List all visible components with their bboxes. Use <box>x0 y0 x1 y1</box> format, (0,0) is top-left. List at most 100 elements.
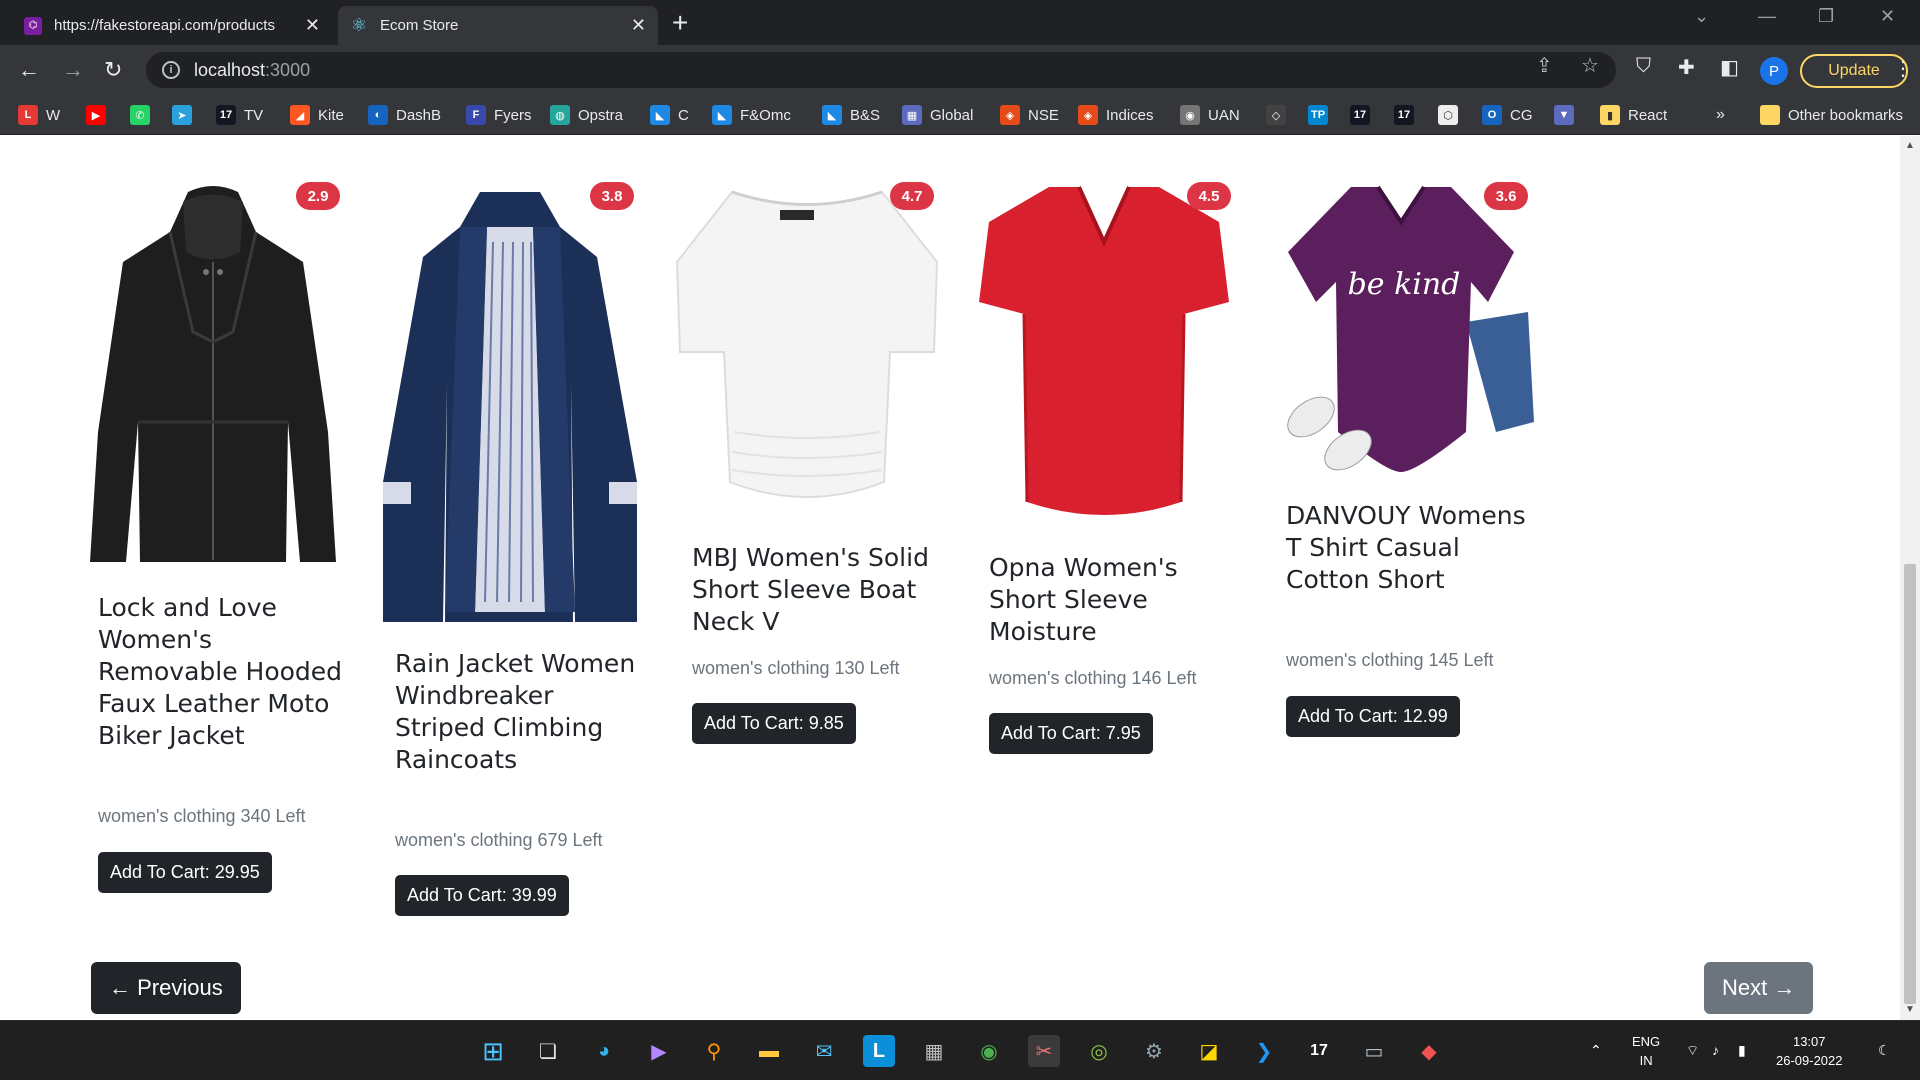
bookmark-favicon-icon: ➤ <box>172 105 192 125</box>
notifications-icon[interactable]: ☾ <box>1878 1041 1891 1060</box>
mail-icon[interactable]: ✉ <box>808 1035 840 1067</box>
bookmark-favicon-icon: F <box>466 105 486 125</box>
battery-icon[interactable]: ▮ <box>1738 1041 1746 1060</box>
bookmark-favicon-icon: ◣ <box>822 105 842 125</box>
bookmark-favicon-icon: TP <box>1308 105 1328 125</box>
bookmark-favicon-icon: 17 <box>1350 105 1370 125</box>
navy-rain-jacket-image <box>383 192 637 622</box>
wifi-icon[interactable]: ⌔ <box>1686 1041 1699 1060</box>
bookmark-item[interactable]: ◍ Opstra <box>550 103 623 127</box>
bookmark-item[interactable]: ✆ <box>130 103 158 127</box>
bookmark-label: Fyers <box>494 106 532 124</box>
snipping-tool-icon[interactable]: ✂ <box>1028 1035 1060 1067</box>
shield-extension-icon[interactable]: ⛉ <box>1636 55 1651 78</box>
page-scrollbar[interactable]: ▲ ▼ <box>1900 136 1920 1020</box>
bookmark-label: F&Omc <box>740 106 791 124</box>
chrome-beta-icon[interactable]: ◎ <box>1083 1035 1115 1067</box>
profile-avatar[interactable]: P <box>1760 57 1788 85</box>
tab-title: https://fakestoreapi.com/products <box>54 17 275 34</box>
scroll-down-icon[interactable]: ▼ <box>1905 1004 1915 1015</box>
bookmark-item[interactable]: ◈ Indices <box>1078 103 1154 127</box>
bookmark-item[interactable]: ◈ NSE <box>1000 103 1059 127</box>
language-indicator[interactable]: ENG IN <box>1632 1032 1660 1070</box>
bookmark-favicon-icon: ◣ <box>650 105 670 125</box>
bookmark-item[interactable]: ◣ B&S <box>822 103 880 127</box>
bookmark-item[interactable]: F Fyers <box>466 103 532 127</box>
forward-icon[interactable]: → <box>62 55 84 85</box>
add-to-cart-button[interactable]: Add To Cart: 12.99 <box>1286 696 1460 737</box>
bookmark-favicon-icon: ◐ <box>368 105 388 125</box>
black-leather-jacket-image <box>90 186 336 562</box>
share-icon[interactable]: ⇪ <box>1536 53 1553 78</box>
bookmark-item[interactable]: ◇ <box>1266 103 1294 127</box>
bookmark-item[interactable]: ⬡ <box>1438 103 1466 127</box>
bookmark-item[interactable]: 17 <box>1350 103 1378 127</box>
back-icon[interactable]: ← <box>18 55 40 85</box>
previous-page-button[interactable]: ← Previous <box>91 962 241 1014</box>
address-bar[interactable]: i localhost:3000 <box>146 52 1616 88</box>
git-icon[interactable]: ◆ <box>1413 1035 1445 1067</box>
reload-icon[interactable]: ↻ <box>104 55 122 85</box>
browser-toolbar: ← → ↻ i localhost:3000 ⇪ ☆ ⛉ ✚ ◧ P Updat… <box>0 45 1920 95</box>
scroll-up-icon[interactable]: ▲ <box>1905 140 1915 151</box>
search-icon[interactable]: ⚲ <box>698 1035 730 1067</box>
more-menu-icon[interactable]: ⋮ <box>1893 56 1913 81</box>
bookmark-item[interactable]: ◐ DashB <box>368 103 441 127</box>
l-app-icon[interactable]: L <box>863 1035 895 1067</box>
other-bookmarks-folder[interactable]: Other bookmarks <box>1760 103 1903 127</box>
extensions-puzzle-icon[interactable]: ✚ <box>1678 55 1695 80</box>
bookmark-item[interactable]: ◣ C <box>650 103 689 127</box>
bookmark-item[interactable]: TP <box>1308 103 1336 127</box>
restore-icon[interactable]: ❐ <box>1818 6 1834 27</box>
file-explorer-icon[interactable]: ▬ <box>753 1035 785 1067</box>
add-to-cart-button[interactable]: Add To Cart: 39.99 <box>395 875 569 916</box>
bookmark-item[interactable]: ◉ UAN <box>1180 103 1240 127</box>
bookmark-item[interactable]: O CG <box>1482 103 1533 127</box>
bookmark-item[interactable]: 17 TV <box>216 103 263 127</box>
bookmarks-overflow-icon[interactable]: » <box>1716 103 1725 127</box>
add-to-cart-button[interactable]: Add To Cart: 9.85 <box>692 703 856 744</box>
task-view-icon[interactable]: ❏ <box>532 1035 564 1067</box>
volume-icon[interactable]: ♪ <box>1712 1041 1719 1060</box>
tab-search-icon[interactable]: ⌄ <box>1694 6 1709 27</box>
bookmark-item[interactable]: ▮ React <box>1600 103 1667 127</box>
bookmark-item[interactable]: ▼ <box>1554 103 1582 127</box>
media-player-icon[interactable]: ▶ <box>643 1035 675 1067</box>
bookmark-star-icon[interactable]: ☆ <box>1581 53 1599 78</box>
close-window-icon[interactable]: ✕ <box>1880 6 1895 27</box>
calculator-icon[interactable]: ▦ <box>918 1035 950 1067</box>
windows-start-icon[interactable]: ⊞ <box>477 1035 509 1067</box>
bookmark-item[interactable]: ◣ F&Omc <box>712 103 791 127</box>
next-page-button[interactable]: Next → <box>1704 962 1814 1014</box>
side-panel-icon[interactable]: ◧ <box>1720 55 1739 80</box>
bookmark-item[interactable]: LW <box>18 103 60 127</box>
clock[interactable]: 13:07 26-09-2022 <box>1776 1032 1843 1070</box>
site-info-icon[interactable]: i <box>162 61 180 79</box>
bookmark-item[interactable]: ➤ <box>172 103 200 127</box>
add-to-cart-button[interactable]: Add To Cart: 7.95 <box>989 713 1153 754</box>
white-boat-neck-top-image <box>675 190 939 498</box>
bookmark-item[interactable]: 17 <box>1394 103 1422 127</box>
chrome-icon[interactable]: ◉ <box>973 1035 1005 1067</box>
scrollbar-thumb[interactable] <box>1904 564 1916 1004</box>
bookmark-item[interactable]: ◢ Kite <box>290 103 344 127</box>
bookmark-item[interactable]: ▦ Global <box>902 103 973 127</box>
bookmark-label: W <box>46 106 61 124</box>
add-to-cart-button[interactable]: Add To Cart: 29.95 <box>98 852 272 893</box>
vscode-icon[interactable]: ❯ <box>1248 1035 1280 1067</box>
close-tab-icon[interactable]: ✕ <box>305 15 320 36</box>
sticky-notes-icon[interactable]: ◪ <box>1193 1035 1225 1067</box>
minimize-icon[interactable]: — <box>1758 6 1776 27</box>
bookmark-item[interactable]: ▶ <box>86 103 114 127</box>
monitor-app-icon[interactable]: ▭ <box>1358 1035 1390 1067</box>
tab-ecom-store[interactable]: ⚛ Ecom Store ✕ <box>338 6 658 45</box>
settings-gear-icon[interactable]: ⚙ <box>1138 1035 1170 1067</box>
tradingview-icon[interactable]: 17 <box>1303 1035 1335 1067</box>
update-button[interactable]: Update <box>1800 54 1908 88</box>
other-bookmarks-label: Other bookmarks <box>1788 106 1904 124</box>
show-hidden-icons[interactable]: ⌃ <box>1590 1041 1602 1060</box>
edge-browser-icon[interactable]: ◕ <box>588 1035 620 1067</box>
new-tab-button[interactable]: + <box>672 8 688 38</box>
close-tab-icon[interactable]: ✕ <box>631 15 646 36</box>
tab-fakestoreapi[interactable]: ⌬ https://fakestoreapi.com/products ✕ <box>12 6 332 45</box>
